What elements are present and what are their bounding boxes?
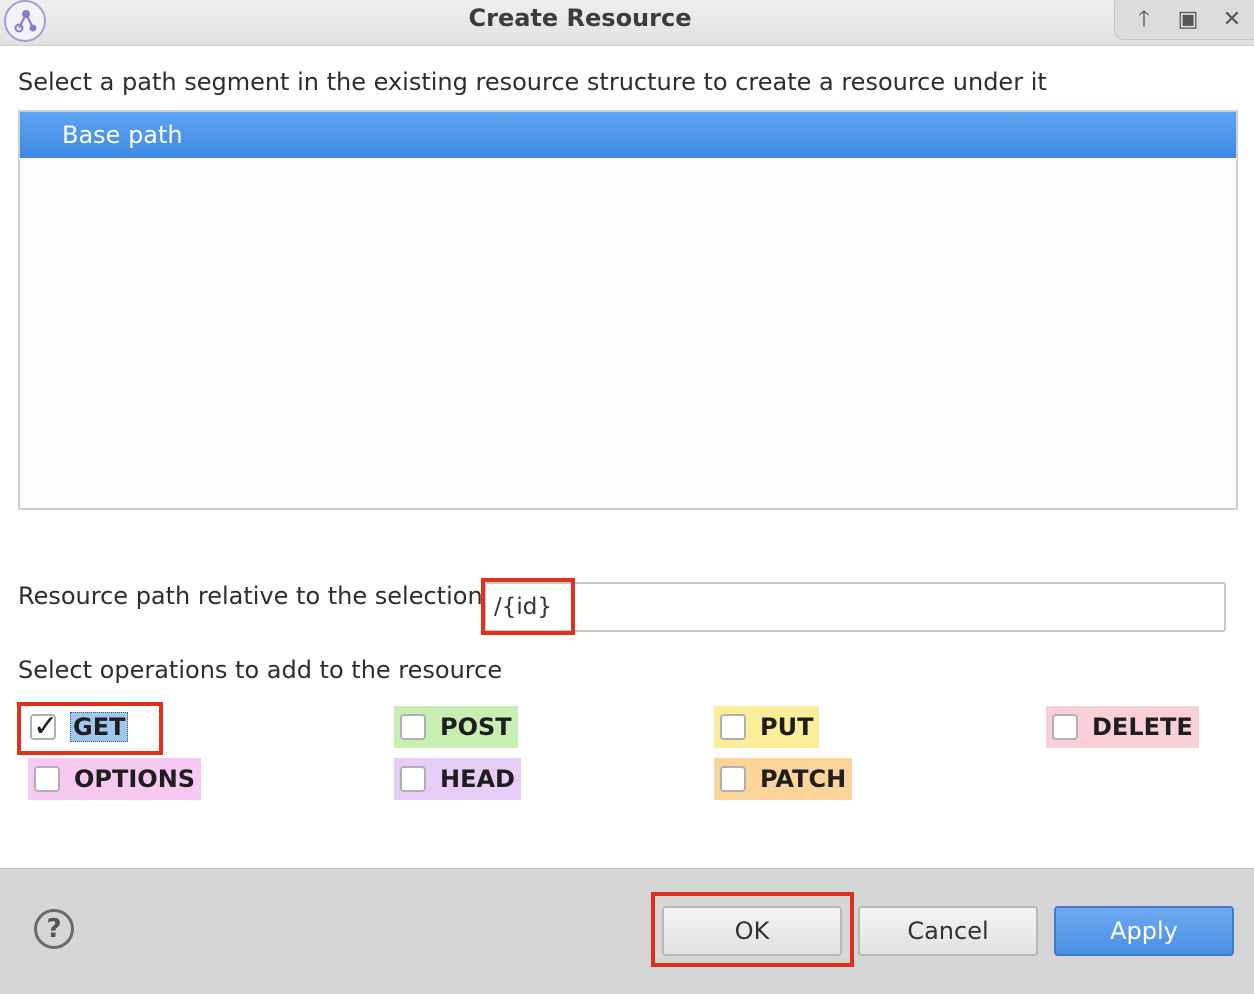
apply-button[interactable]: Apply [1054,906,1234,956]
checkbox-icon[interactable] [1052,714,1078,740]
path-label: Resource path relative to the selection [18,582,483,610]
op-options-label: OPTIONS [74,765,196,793]
op-post-checkbox[interactable]: POST [394,706,518,748]
resource-path-input[interactable]: /{id} [484,582,1226,632]
checkbox-icon[interactable] [720,766,746,792]
op-delete-label: DELETE [1092,713,1193,741]
highlight-ok [651,892,854,967]
op-post-label: POST [440,713,512,741]
op-delete-checkbox[interactable]: DELETE [1046,706,1199,748]
cancel-button[interactable]: Cancel [858,906,1038,956]
keep-above-icon[interactable]: 🡑 [1129,6,1159,34]
op-head-label: HEAD [440,765,515,793]
window-title: Create Resource [468,4,692,32]
operations-label: Select operations to add to the resource [18,656,503,684]
highlight-get [17,702,163,755]
highlight-path-box [481,578,575,635]
op-patch-label: PATCH [760,765,847,793]
op-head-checkbox[interactable]: HEAD [394,758,521,800]
op-put-label: PUT [760,713,814,741]
title-bar: Create Resource 🡑 ▣ ✕ [0,0,1254,46]
checkbox-icon[interactable] [400,766,426,792]
op-put-checkbox[interactable]: PUT [714,706,820,748]
checkbox-icon[interactable] [34,766,60,792]
close-icon[interactable]: ✕ [1217,6,1247,34]
op-patch-checkbox[interactable]: PATCH [714,758,853,800]
help-icon[interactable]: ? [34,909,74,949]
resource-tree[interactable]: Base path [18,110,1238,510]
op-options-checkbox[interactable]: OPTIONS [28,758,202,800]
tree-instruction: Select a path segment in the existing re… [18,68,1047,96]
window-controls: 🡑 ▣ ✕ [1114,0,1254,40]
maximize-icon[interactable]: ▣ [1173,6,1203,34]
dialog-footer: ? OK Cancel Apply [0,868,1254,994]
checkbox-icon[interactable] [400,714,426,740]
tree-item-base-path[interactable]: Base path [20,112,1236,158]
checkbox-icon[interactable] [720,714,746,740]
